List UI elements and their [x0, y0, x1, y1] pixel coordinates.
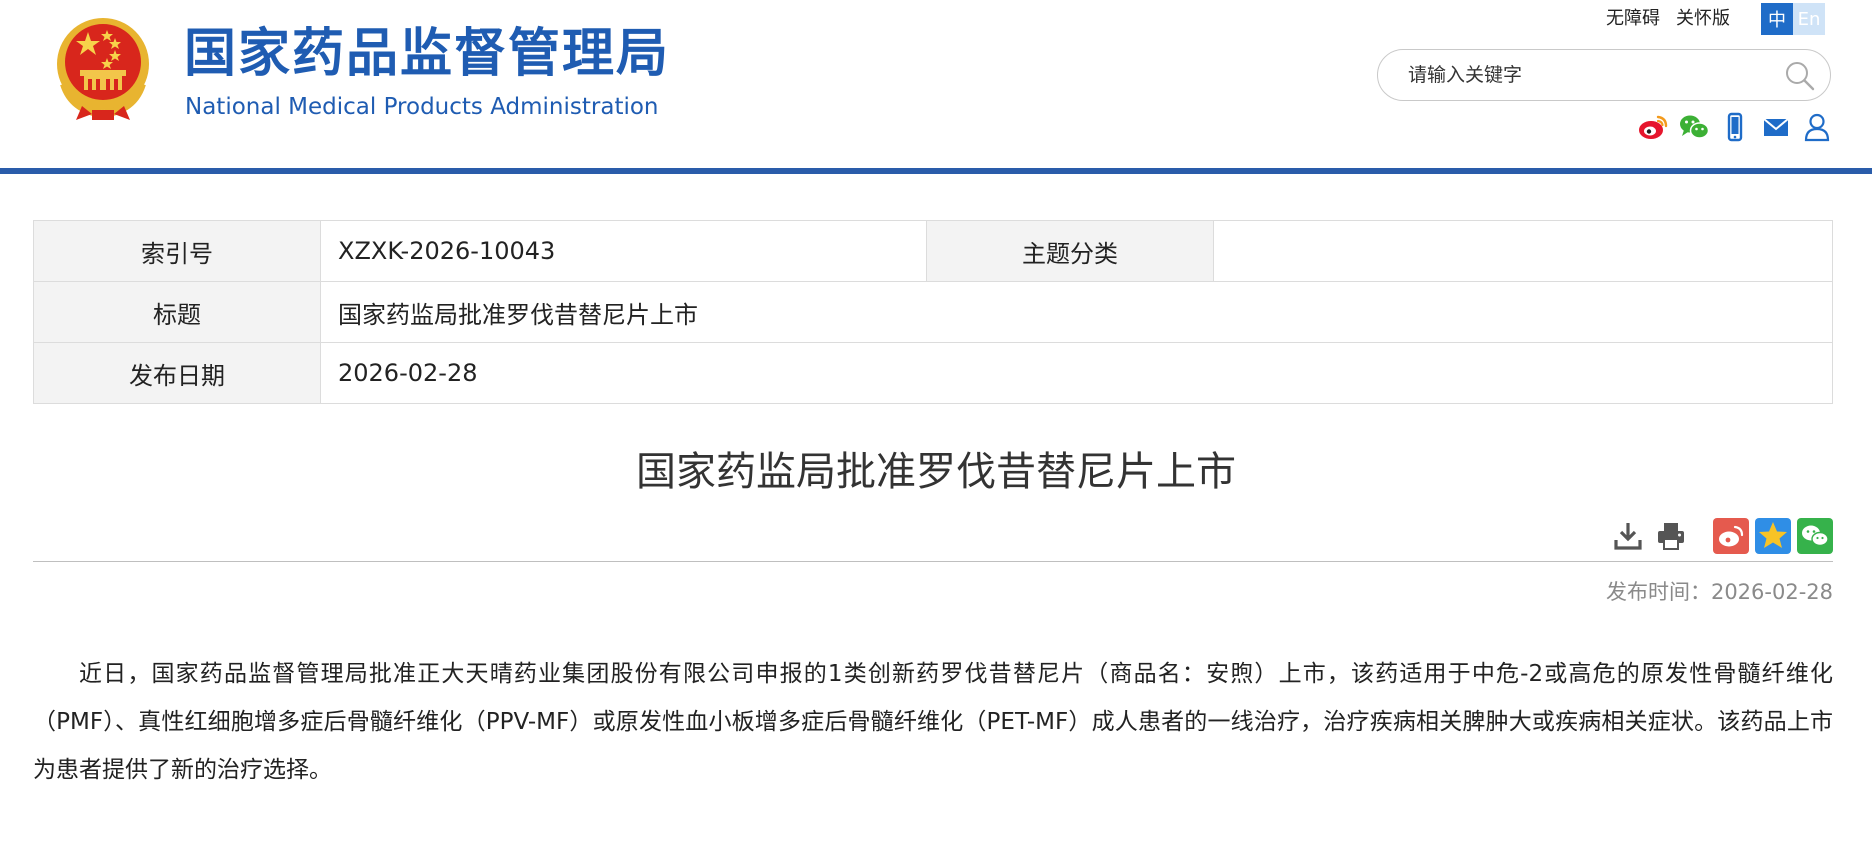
- article-body: 近日，国家药品监督管理局批准正大天晴药业集团股份有限公司申报的1类创新药罗伐昔替…: [33, 661, 1833, 783]
- index-label: 索引号: [33, 220, 321, 282]
- search-input[interactable]: [1406, 54, 1770, 96]
- elder-mode-link[interactable]: 关怀版: [1676, 6, 1730, 32]
- title-value: 国家药监局批准罗伐昔替尼片上市: [320, 281, 1833, 343]
- site-title-en[interactable]: National Medical Products Administration: [185, 92, 659, 122]
- article-title: 国家药监局批准罗伐昔替尼片上市: [636, 449, 1236, 495]
- category-value: [1213, 220, 1833, 282]
- mobile-icon[interactable]: [1719, 111, 1751, 143]
- search-icon[interactable]: [1784, 60, 1816, 92]
- category-label: 主题分类: [926, 220, 1214, 282]
- social-icons: [1637, 110, 1833, 144]
- lang-en-button[interactable]: En: [1793, 3, 1825, 35]
- wechat-icon[interactable]: [1678, 111, 1710, 143]
- index-value: XZXK-2026-10043: [320, 220, 927, 282]
- top-links: 无障碍 关怀版: [1606, 6, 1730, 32]
- publish-time-label: 发布时间：: [1605, 580, 1711, 604]
- lang-cn-button[interactable]: 中: [1761, 3, 1793, 35]
- weibo-icon[interactable]: [1637, 111, 1669, 143]
- info-table: 索引号 XZXK-2026-10043 主题分类 标题 国家药监局批准罗伐昔替尼…: [33, 220, 1833, 404]
- table-row: 索引号 XZXK-2026-10043 主题分类: [33, 220, 1833, 282]
- download-icon[interactable]: [1610, 518, 1646, 554]
- site-title-cn[interactable]: 国家药品监督管理局: [184, 22, 670, 86]
- accessibility-link[interactable]: 无障碍: [1606, 6, 1660, 32]
- date-value: 2026-02-28: [320, 342, 1833, 404]
- article-toolbar: [33, 517, 1833, 562]
- national-emblem-icon[interactable]: [52, 14, 154, 124]
- title-label: 标题: [33, 281, 321, 343]
- mail-icon[interactable]: [1760, 111, 1792, 143]
- table-row: 发布日期 2026-02-28: [33, 342, 1833, 404]
- language-switch: 中 En: [1761, 3, 1825, 35]
- date-label: 发布日期: [33, 342, 321, 404]
- publish-time: 发布时间：2026-02-28: [1606, 576, 1833, 606]
- search-box: [1377, 49, 1831, 101]
- user-icon[interactable]: [1801, 111, 1833, 143]
- table-row: 标题 国家药监局批准罗伐昔替尼片上市: [33, 281, 1833, 343]
- print-icon[interactable]: [1653, 518, 1689, 554]
- weibo-share-icon[interactable]: [1713, 518, 1749, 554]
- site-header: 国家药品监督管理局 National Medical Products Admi…: [0, 0, 1872, 174]
- publish-time-value: 2026-02-28: [1710, 580, 1833, 604]
- wechat-share-icon[interactable]: [1797, 518, 1833, 554]
- header-divider: [0, 168, 1872, 174]
- qzone-share-icon[interactable]: [1755, 518, 1791, 554]
